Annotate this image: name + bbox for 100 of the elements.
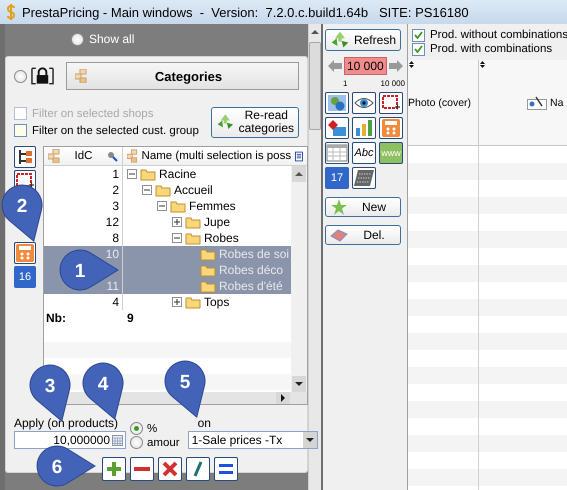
scroll-right-button[interactable]: [276, 392, 290, 404]
id-cell: 4: [112, 295, 119, 309]
id-cell: 2: [112, 183, 119, 197]
equals-button[interactable]: [214, 457, 238, 481]
expand-toggle[interactable]: [172, 297, 182, 307]
tool-button[interactable]: [325, 117, 349, 139]
tree-item[interactable]: Robes: [123, 230, 291, 246]
table-icon: [326, 144, 348, 162]
checkbox-label: Filter on the selected cust. group: [32, 124, 199, 136]
column-header[interactable]: Photo (cover): [408, 96, 472, 108]
add-icon: [105, 460, 123, 478]
range-min: 1: [343, 79, 348, 88]
chart-icon: [354, 119, 374, 137]
checkbox[interactable]: [14, 124, 27, 137]
calculator-icon: [382, 119, 400, 137]
tool-button[interactable]: [352, 92, 376, 114]
radio-button[interactable]: [71, 32, 84, 46]
counter-button[interactable]: 17: [325, 167, 349, 189]
tool-button[interactable]: [379, 117, 403, 139]
frame-icon: [16, 173, 34, 189]
new-button[interactable]: New: [325, 197, 401, 217]
delete-button[interactable]: Del.: [325, 225, 401, 245]
keyboard-icon: [353, 169, 375, 187]
multiply-button[interactable]: [158, 457, 182, 481]
scrollbar[interactable]: [308, 24, 321, 490]
tool-button[interactable]: [352, 167, 376, 189]
add-button[interactable]: [102, 457, 126, 481]
column-header[interactable]: Na: [550, 96, 564, 108]
tool-button[interactable]: [14, 242, 36, 264]
tool-button[interactable]: [379, 92, 403, 114]
collapse-toggle[interactable]: [127, 169, 137, 179]
category-name: Jupe: [204, 215, 230, 229]
tool-button[interactable]: [14, 146, 36, 168]
count-value: 9: [127, 311, 134, 325]
expand-toggle[interactable]: [172, 217, 182, 227]
tree-item[interactable]: Racine: [123, 166, 291, 182]
checkbox[interactable]: [412, 42, 425, 56]
subtract-icon: [134, 467, 150, 471]
radio-button[interactable]: [130, 422, 143, 435]
refresh-button[interactable]: Refresh: [325, 29, 401, 51]
list-icon: [295, 150, 303, 162]
page-size-field[interactable]: 10 000: [344, 57, 387, 75]
tree-item[interactable]: Jupe: [123, 214, 291, 230]
category-name: Accueil: [174, 183, 213, 197]
scroll-up-button[interactable]: [292, 166, 306, 182]
category-name: Robes d'été: [219, 279, 283, 293]
callout-marker: 6: [36, 446, 96, 486]
counter-button[interactable]: 16: [14, 266, 36, 288]
checkbox-label: Filter on selected shops: [32, 108, 154, 120]
id-cell: 3: [112, 199, 119, 213]
equals-icon: [219, 464, 233, 474]
tree-item[interactable]: Femmes: [123, 198, 291, 214]
shapes-icon: [327, 119, 347, 137]
collapse-toggle[interactable]: [172, 233, 182, 243]
price-type-dropdown[interactable]: 1-Sale prices -Tx: [188, 431, 318, 449]
category-name: Racine: [159, 167, 196, 181]
radio-button[interactable]: [130, 436, 143, 449]
sort-icon[interactable]: [409, 61, 414, 68]
category-name: Robes déco: [219, 263, 284, 277]
tree-icon: [17, 149, 33, 165]
calendar-icon[interactable]: [112, 434, 123, 446]
category-name: Robes: [204, 231, 239, 245]
category-name: Femmes: [189, 199, 236, 213]
window-title: PrestaPricing - Main windows - Version: 7.2.0.c.build1.64b SITE: PS16180: [22, 4, 469, 20]
amount-field[interactable]: 10,000000: [14, 431, 126, 449]
collapse-toggle[interactable]: [157, 201, 167, 211]
checkbox[interactable]: [412, 28, 425, 42]
tool-button[interactable]: [325, 142, 349, 164]
id-cell: 11: [106, 279, 119, 293]
frame-icon: [382, 95, 400, 111]
column-header[interactable]: Name (multi selection is poss: [142, 150, 292, 162]
sort-icon[interactable]: [480, 61, 485, 68]
categories-button[interactable]: Categories: [66, 62, 299, 90]
tool-button[interactable]: [325, 92, 349, 114]
checkbox-label: Prod. with combinations: [430, 43, 552, 55]
tree-item[interactable]: Accueil: [123, 182, 291, 198]
count-label: Nb:: [46, 311, 66, 325]
eye-icon: [354, 96, 374, 110]
mode-label: %: [147, 422, 158, 434]
tool-button[interactable]: [352, 117, 376, 139]
hierarchy-icon: [127, 149, 138, 163]
multiply-icon: [161, 460, 179, 478]
category-name: Tops: [204, 295, 230, 309]
collapse-toggle[interactable]: [142, 185, 152, 195]
reread-categories-button[interactable]: Re-read categories: [211, 106, 299, 138]
callout-marker: 5: [164, 360, 206, 418]
scroll-down-button[interactable]: [292, 376, 306, 392]
id-cell: 12: [106, 215, 119, 229]
edit-icon: [527, 96, 547, 110]
id-cell: 8: [112, 231, 119, 245]
hierarchy-icon: [48, 149, 60, 163]
search-icon[interactable]: [107, 150, 118, 162]
tree-item[interactable]: Tops: [123, 294, 291, 310]
text-tool-button[interactable]: Abc: [352, 142, 376, 164]
radio-button[interactable]: [14, 70, 27, 82]
divide-button[interactable]: [186, 457, 210, 481]
column-header[interactable]: IdC: [74, 150, 92, 162]
show-all-label: Show all: [89, 32, 134, 46]
subtract-button[interactable]: [130, 457, 154, 481]
calculator-icon: [16, 244, 34, 262]
